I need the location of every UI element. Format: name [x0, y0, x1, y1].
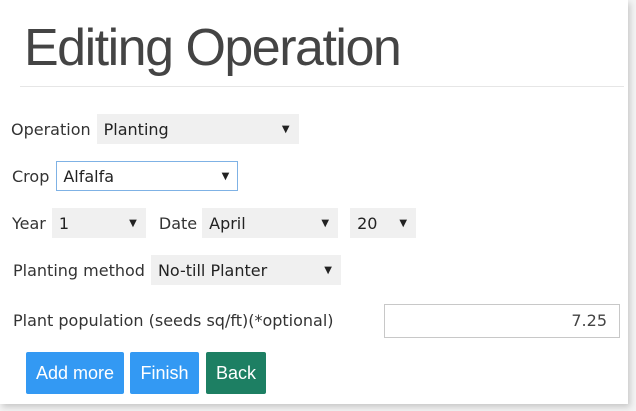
chevron-down-icon: ▼ [321, 218, 330, 229]
planting-method-value: No-till Planter [157, 261, 268, 280]
finish-button[interactable]: Finish [130, 352, 199, 394]
chevron-down-icon: ▼ [281, 124, 290, 135]
planting-method-select[interactable]: No-till Planter ▼ [150, 255, 341, 285]
plant-population-input[interactable]: 7.25 [384, 304, 620, 338]
plant-population-row: Plant population (seeds sq/ft)(*optional… [13, 311, 334, 330]
operation-label: Operation [11, 119, 91, 139]
page-title: Editing Operation [24, 19, 402, 77]
year-date-row: Year 1 ▼ Date April ▼ 20 ▼ [12, 208, 417, 238]
date-day-select[interactable]: 20 ▼ [350, 208, 417, 238]
date-month-value: April [209, 214, 246, 233]
date-month-select[interactable]: April ▼ [202, 208, 339, 238]
year-select-value: 1 [58, 214, 70, 233]
chevron-down-icon: ▼ [324, 265, 332, 276]
crop-select[interactable]: Alfalfa ▼ [56, 161, 239, 191]
edit-operation-panel: Editing Operation Operation Planting ▼ C… [0, 0, 628, 404]
chevron-down-icon: ▼ [399, 218, 408, 229]
operation-select-value: Planting [103, 120, 169, 139]
year-label: Year [12, 213, 46, 233]
year-select[interactable]: 1 ▼ [51, 208, 146, 238]
back-button[interactable]: Back [206, 352, 266, 394]
planting-method-row: Planting method No-till Planter ▼ [13, 255, 341, 285]
planting-method-label: Planting method [13, 260, 145, 280]
operation-row: Operation Planting ▼ [11, 114, 299, 144]
chevron-down-icon: ▼ [129, 218, 137, 229]
title-divider [20, 86, 624, 87]
plant-population-label: Plant population (seeds sq/ft)(*optional… [13, 311, 334, 330]
crop-label: Crop [12, 166, 50, 186]
crop-select-value: Alfalfa [63, 167, 115, 186]
chevron-down-icon: ▼ [221, 171, 230, 182]
date-day-value: 20 [357, 214, 378, 233]
crop-row: Crop Alfalfa ▼ [12, 161, 239, 191]
operation-select[interactable]: Planting ▼ [96, 114, 299, 144]
date-label: Date [158, 213, 198, 233]
add-more-button[interactable]: Add more [26, 352, 124, 394]
